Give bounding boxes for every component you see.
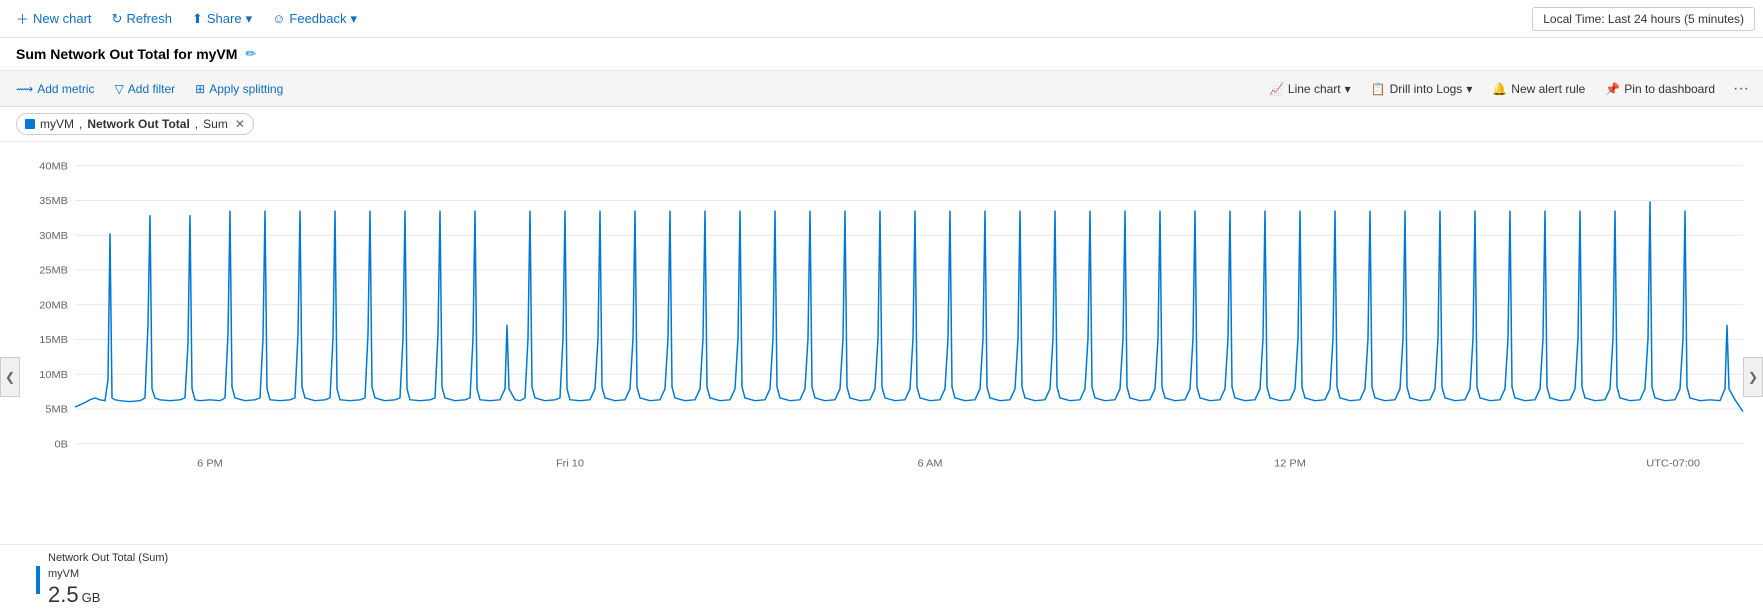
feedback-icon: ☺ [272, 11, 285, 26]
feedback-button[interactable]: ☺ Feedback ▾ [264, 7, 365, 31]
pin-icon: 📌 [1605, 82, 1620, 96]
pin-to-dashboard-button[interactable]: 📌 Pin to dashboard [1597, 78, 1723, 100]
time-range-label: Local Time: Last 24 hours (5 minutes) [1543, 12, 1744, 26]
feedback-label: Feedback [289, 11, 346, 26]
plus-icon: ＋ [16, 9, 29, 28]
new-chart-label: New chart [33, 11, 92, 26]
feedback-dropdown-icon: ▾ [351, 11, 358, 27]
new-alert-rule-button[interactable]: 🔔 New alert rule [1484, 78, 1593, 100]
edit-title-icon[interactable]: ✏ [245, 46, 256, 62]
filter-icon: ▽ [115, 82, 124, 96]
line-chart-dropdown-icon: ▾ [1345, 82, 1351, 96]
pin-label: Pin to dashboard [1624, 82, 1715, 96]
apply-splitting-button[interactable]: ⊞ Apply splitting [187, 78, 291, 100]
alert-label: New alert rule [1511, 82, 1585, 96]
split-icon: ⊞ [195, 82, 205, 96]
svg-text:12 PM: 12 PM [1274, 458, 1306, 469]
refresh-label: Refresh [126, 11, 172, 26]
time-selector-container: Local Time: Last 24 hours (5 minutes) [1532, 7, 1755, 31]
legend-unit: GB [82, 590, 101, 605]
tag-vm-name: myVM [40, 117, 74, 131]
legend-details: Network Out Total (Sum) myVM 2.5 GB [48, 551, 168, 608]
tag-close-icon[interactable]: ✕ [235, 117, 245, 131]
svg-text:20MB: 20MB [39, 300, 68, 311]
time-range-selector[interactable]: Local Time: Last 24 hours (5 minutes) [1532, 7, 1755, 31]
share-button[interactable]: ⬆ Share ▾ [184, 7, 260, 31]
more-options-button[interactable]: ··· [1727, 78, 1755, 100]
chart-svg: 40MB 35MB 30MB 25MB 20MB 15MB 10MB 5MB 0… [0, 142, 1763, 544]
chart-area: ❮ ❯ 40MB 35MB 30MB 25MB 20MB 15MB 10MB 5… [0, 142, 1763, 612]
top-toolbar: ＋ New chart ↻ Refresh ⬆ Share ▾ ☺ Feedba… [0, 0, 1763, 38]
chart-legend: Network Out Total (Sum) myVM 2.5 GB [0, 544, 1763, 612]
chart-nav-right-button[interactable]: ❯ [1743, 357, 1763, 397]
alert-icon: 🔔 [1492, 82, 1507, 96]
share-icon: ⬆ [192, 11, 203, 27]
apply-splitting-label: Apply splitting [209, 82, 283, 96]
add-filter-button[interactable]: ▽ Add filter [107, 78, 184, 100]
main-content: Sum Network Out Total for myVM ✏ ⟿ Add m… [0, 38, 1763, 612]
chart-controls-right: 📈 Line chart ▾ 📋 Drill into Logs ▾ 🔔 New… [1261, 78, 1755, 100]
metric-tag: myVM, Network Out Total, Sum ✕ [16, 113, 254, 135]
svg-text:40MB: 40MB [39, 161, 68, 172]
add-metric-button[interactable]: ⟿ Add metric [8, 78, 103, 100]
line-chart-label: Line chart [1288, 82, 1341, 96]
svg-text:0B: 0B [55, 439, 68, 450]
refresh-icon: ↻ [112, 11, 123, 27]
legend-vm-name: myVM [48, 567, 168, 582]
svg-text:10MB: 10MB [39, 369, 68, 380]
right-arrow-icon: ❯ [1748, 370, 1758, 384]
svg-text:25MB: 25MB [39, 265, 68, 276]
svg-text:Fri 10: Fri 10 [556, 458, 584, 469]
svg-text:15MB: 15MB [39, 335, 68, 346]
metrics-toolbar: ⟿ Add metric ▽ Add filter ⊞ Apply splitt… [0, 71, 1763, 107]
chart-title-bar: Sum Network Out Total for myVM ✏ [0, 38, 1763, 71]
svg-text:6 AM: 6 AM [917, 458, 942, 469]
share-dropdown-icon: ▾ [246, 11, 253, 27]
svg-text:35MB: 35MB [39, 196, 68, 207]
legend-color-bar [36, 566, 40, 594]
line-chart-button[interactable]: 📈 Line chart ▾ [1261, 78, 1359, 100]
chart-nav-left-button[interactable]: ❮ [0, 357, 20, 397]
left-arrow-icon: ❮ [5, 370, 15, 384]
chart-title: Sum Network Out Total for myVM [16, 46, 237, 62]
tag-color-icon [25, 119, 35, 129]
drill-logs-label: Drill into Logs [1390, 82, 1463, 96]
sparkline-icon: ⟿ [16, 82, 33, 96]
add-filter-label: Add filter [128, 82, 175, 96]
svg-text:6 PM: 6 PM [197, 458, 223, 469]
drill-into-logs-button[interactable]: 📋 Drill into Logs ▾ [1363, 78, 1481, 100]
legend-big-value: 2.5 [48, 582, 79, 607]
metric-tags-area: myVM, Network Out Total, Sum ✕ [0, 107, 1763, 142]
add-metric-label: Add metric [37, 82, 94, 96]
tag-metric-name: Network Out Total [87, 117, 189, 131]
line-chart-icon: 📈 [1269, 82, 1284, 96]
logs-icon: 📋 [1371, 82, 1386, 96]
tag-aggregation: Sum [203, 117, 228, 131]
legend-row: Network Out Total (Sum) myVM 2.5 GB [36, 551, 1747, 608]
svg-text:30MB: 30MB [39, 230, 68, 241]
new-chart-button[interactable]: ＋ New chart [8, 5, 100, 32]
refresh-button[interactable]: ↻ Refresh [104, 7, 180, 31]
legend-value-row: 2.5 GB [48, 582, 168, 608]
legend-metric-name: Network Out Total (Sum) [48, 551, 168, 566]
svg-text:5MB: 5MB [45, 404, 68, 415]
logs-dropdown-icon: ▾ [1466, 82, 1472, 96]
svg-text:UTC-07:00: UTC-07:00 [1646, 458, 1700, 469]
share-label: Share [207, 11, 242, 26]
